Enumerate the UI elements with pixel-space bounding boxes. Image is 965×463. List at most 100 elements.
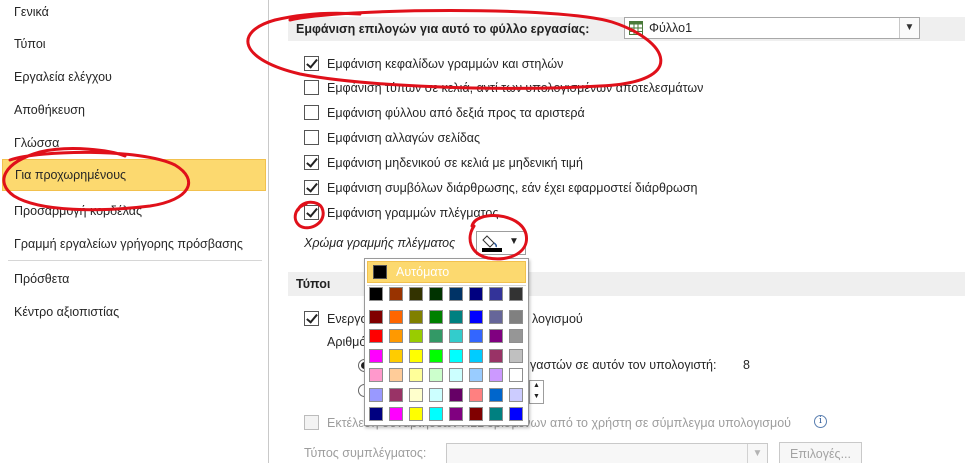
- color-swatch[interactable]: [509, 329, 523, 343]
- color-swatch[interactable]: [489, 349, 503, 363]
- checkbox[interactable]: [304, 205, 319, 220]
- color-swatch[interactable]: [489, 407, 503, 421]
- sidebar-item-save[interactable]: Αποθήκευση: [0, 98, 268, 122]
- color-swatch[interactable]: [389, 368, 403, 382]
- color-swatch[interactable]: [469, 388, 483, 402]
- color-swatch[interactable]: [389, 407, 403, 421]
- color-swatch[interactable]: [449, 407, 463, 421]
- chevron-down-icon[interactable]: ▼: [899, 18, 919, 38]
- color-swatch[interactable]: [489, 287, 503, 301]
- threads-spinner[interactable]: ▲ ▼: [529, 380, 544, 404]
- checkbox[interactable]: [304, 56, 319, 71]
- color-swatch[interactable]: [409, 329, 423, 343]
- color-swatch[interactable]: [429, 310, 443, 324]
- checkbox[interactable]: [304, 130, 319, 145]
- color-swatch[interactable]: [509, 349, 523, 363]
- threads-label: Αριθμό: [327, 335, 367, 349]
- sidebar-item-trust-center[interactable]: Κέντρο αξιοπιστίας: [0, 300, 268, 324]
- automatic-color-swatch: [373, 265, 387, 279]
- color-swatch[interactable]: [429, 368, 443, 382]
- option-label: Εμφάνιση γραμμών πλέγματος: [327, 206, 499, 220]
- color-swatch[interactable]: [389, 349, 403, 363]
- color-swatch[interactable]: [369, 368, 383, 382]
- sheet-dropdown-value: Φύλλο1: [649, 21, 693, 35]
- sidebar-item-general[interactable]: Γενικά: [0, 0, 268, 24]
- color-swatch[interactable]: [469, 329, 483, 343]
- color-swatch[interactable]: [469, 407, 483, 421]
- color-swatch[interactable]: [449, 368, 463, 382]
- color-swatch[interactable]: [389, 388, 403, 402]
- checkbox[interactable]: [304, 311, 319, 326]
- thread-count-value: 8: [743, 358, 750, 372]
- color-swatch[interactable]: [509, 407, 523, 421]
- color-swatch[interactable]: [369, 407, 383, 421]
- color-swatch[interactable]: [409, 388, 423, 402]
- info-icon[interactable]: i: [814, 415, 827, 428]
- color-swatch[interactable]: [389, 329, 403, 343]
- sidebar-divider: [8, 260, 262, 261]
- color-swatch[interactable]: [469, 368, 483, 382]
- chevron-down-icon: ▼: [747, 444, 767, 463]
- color-swatch[interactable]: [369, 310, 383, 324]
- color-swatch[interactable]: [449, 310, 463, 324]
- color-swatch[interactable]: [389, 310, 403, 324]
- sidebar-item-proofing[interactable]: Εργαλεία ελέγχου: [0, 65, 268, 89]
- option-label: Εμφάνιση τύπων σε κελιά, αντί των υπολογ…: [327, 81, 704, 95]
- sidebar-item-language[interactable]: Γλώσσα: [0, 131, 268, 155]
- color-swatch[interactable]: [409, 310, 423, 324]
- gridline-color-button[interactable]: ▼: [476, 231, 526, 255]
- automatic-color-option[interactable]: Αυτόματο: [367, 261, 526, 283]
- color-swatch[interactable]: [489, 329, 503, 343]
- color-swatch[interactable]: [409, 349, 423, 363]
- options-sidebar: Γενικά Τύποι Εργαλεία ελέγχου Αποθήκευση…: [0, 0, 268, 463]
- sidebar-item-advanced[interactable]: Για προχωρημένους: [2, 159, 266, 191]
- color-swatch[interactable]: [469, 349, 483, 363]
- formulas-header-label: Τύποι: [296, 277, 331, 291]
- checkbox[interactable]: [304, 80, 319, 95]
- color-swatch[interactable]: [489, 388, 503, 402]
- worksheet-icon: [629, 21, 643, 35]
- checkbox: [304, 415, 319, 430]
- color-swatch[interactable]: [369, 329, 383, 343]
- color-swatch[interactable]: [449, 287, 463, 301]
- sidebar-item-addins[interactable]: Πρόσθετα: [0, 267, 268, 291]
- sheet-dropdown[interactable]: Φύλλο1 ▼: [624, 17, 920, 39]
- color-swatch[interactable]: [429, 349, 443, 363]
- color-swatch[interactable]: [449, 388, 463, 402]
- checkbox[interactable]: [304, 155, 319, 170]
- checkbox[interactable]: [304, 180, 319, 195]
- color-swatch[interactable]: [509, 310, 523, 324]
- color-swatch[interactable]: [509, 287, 523, 301]
- sidebar-item-customize-ribbon[interactable]: Προσαρμογή κορδέλας: [0, 199, 268, 223]
- sidebar-item-formulas[interactable]: Τύποι: [0, 32, 268, 56]
- color-swatch[interactable]: [509, 368, 523, 382]
- color-swatch[interactable]: [429, 407, 443, 421]
- sidebar-item-quick-access-toolbar[interactable]: Γραμμή εργαλείων γρήγορης πρόσβασης: [0, 232, 268, 256]
- color-swatch[interactable]: [389, 287, 403, 301]
- color-swatch[interactable]: [429, 329, 443, 343]
- color-swatch[interactable]: [429, 388, 443, 402]
- option-label: Εμφάνιση φύλλου από δεξιά προς τα αριστε…: [327, 106, 585, 120]
- color-palette-popup: Αυτόματο: [364, 258, 529, 426]
- color-swatch[interactable]: [429, 287, 443, 301]
- color-swatch[interactable]: [469, 287, 483, 301]
- checkbox[interactable]: [304, 105, 319, 120]
- color-swatch[interactable]: [369, 287, 383, 301]
- paint-bucket-icon: [482, 235, 502, 252]
- color-swatch-grid: [369, 287, 529, 423]
- color-swatch[interactable]: [449, 349, 463, 363]
- color-swatch[interactable]: [369, 349, 383, 363]
- color-swatch[interactable]: [509, 388, 523, 402]
- color-swatch[interactable]: [449, 329, 463, 343]
- color-swatch[interactable]: [469, 310, 483, 324]
- color-swatch[interactable]: [489, 368, 503, 382]
- spinner-down-icon[interactable]: ▼: [533, 393, 540, 400]
- color-swatch[interactable]: [489, 310, 503, 324]
- palette-divider: [367, 285, 526, 286]
- automatic-color-label: Αυτόματο: [396, 265, 450, 279]
- color-swatch[interactable]: [409, 368, 423, 382]
- spinner-up-icon[interactable]: ▲: [533, 382, 540, 389]
- color-swatch[interactable]: [409, 407, 423, 421]
- color-swatch[interactable]: [369, 388, 383, 402]
- color-swatch[interactable]: [409, 287, 423, 301]
